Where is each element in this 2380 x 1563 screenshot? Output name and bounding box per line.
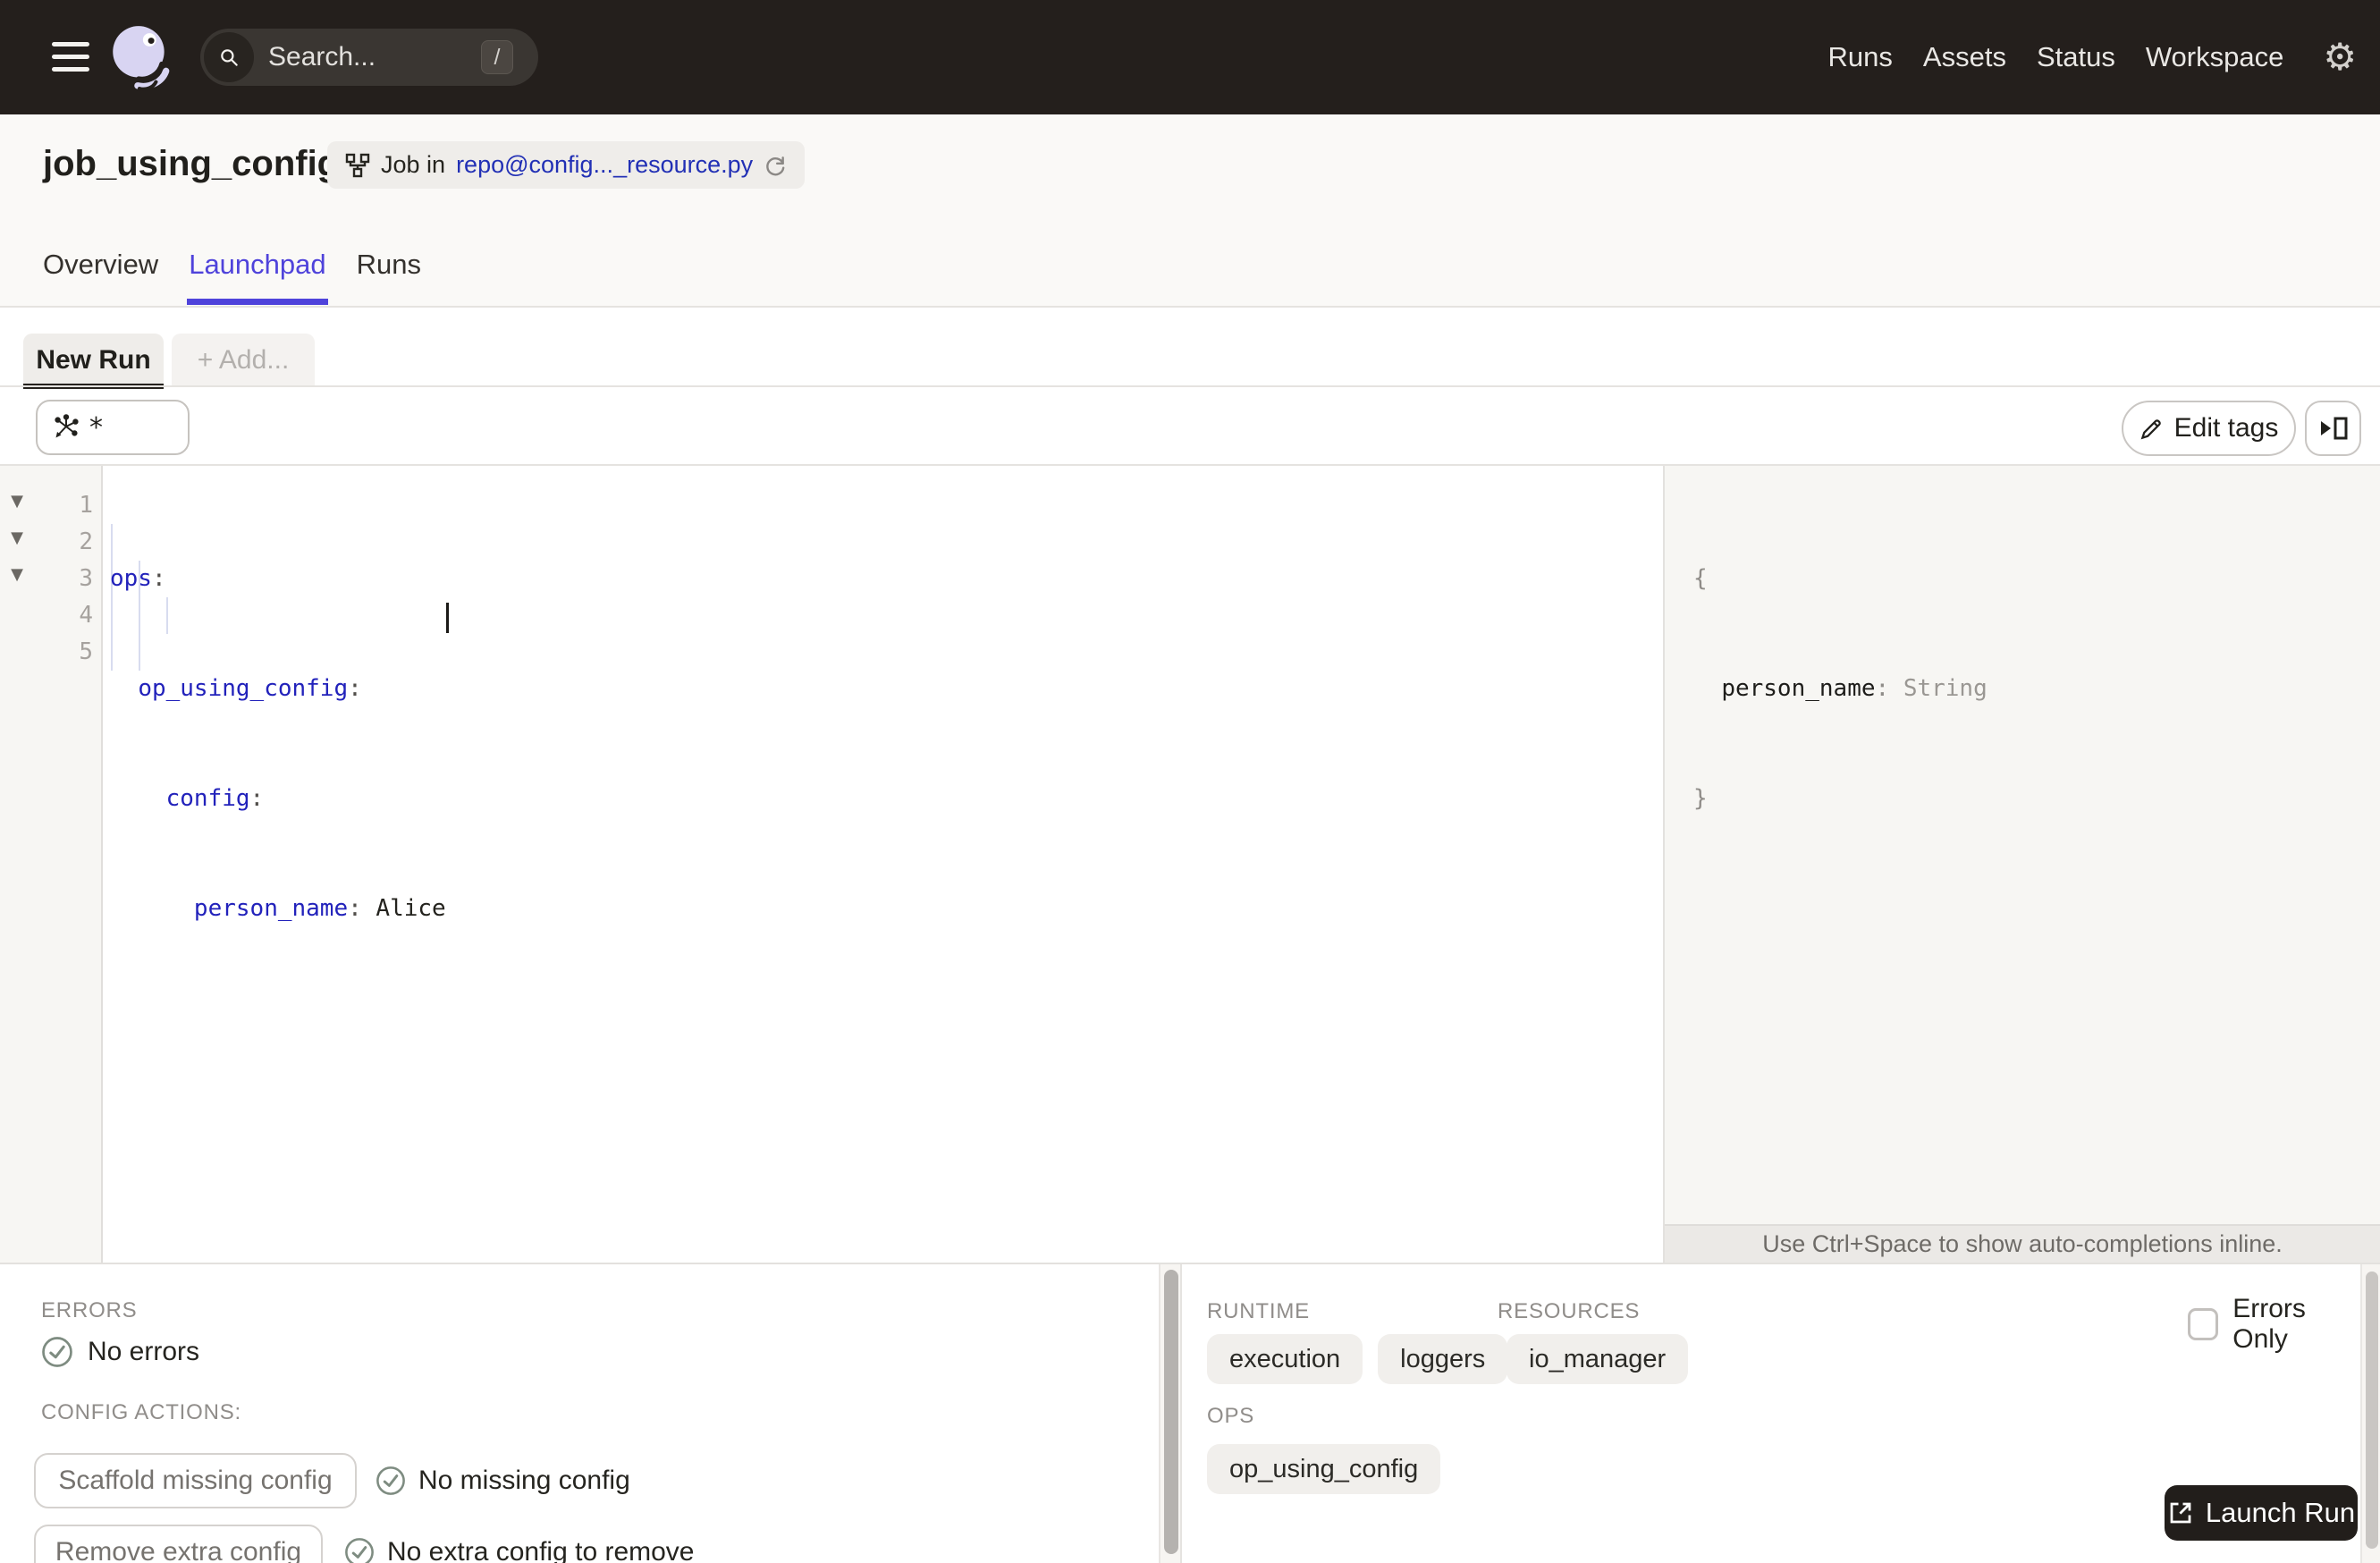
config-tab-new-run[interactable]: New Run	[23, 334, 164, 389]
active-tab-underline	[187, 299, 328, 305]
check-circle-icon	[345, 1538, 374, 1563]
resource-tags: io_manager	[1506, 1334, 1689, 1384]
divider	[0, 385, 2380, 387]
remove-extra-config-button[interactable]: Remove extra config	[34, 1525, 323, 1563]
add-config-tab-button[interactable]: + Add...	[172, 334, 315, 387]
no-errors-status: No errors	[41, 1336, 199, 1368]
expand-panel-icon	[2320, 417, 2347, 440]
search-shortcut-key: /	[481, 40, 513, 74]
text-cursor	[446, 603, 449, 633]
pencil-icon	[2140, 418, 2161, 439]
tag-loggers[interactable]: loggers	[1378, 1334, 1508, 1384]
yaml-code: ops: op_using_config: config: person_nam…	[110, 487, 446, 1111]
search-placeholder: Search...	[268, 42, 376, 72]
launch-run-button[interactable]: Launch Run	[2165, 1485, 2358, 1541]
nav-link-runs[interactable]: Runs	[1828, 41, 1893, 73]
repo-link[interactable]: repo@config..._resource.py	[456, 151, 753, 179]
reload-icon[interactable]	[764, 154, 787, 177]
hamburger-menu-icon[interactable]	[52, 42, 89, 72]
op-selector-input[interactable]: *	[36, 400, 190, 455]
errors-only-checkbox[interactable]	[2188, 1308, 2219, 1340]
code-line: ops:	[110, 565, 166, 592]
gear-icon[interactable]: ⚙	[2323, 38, 2357, 76]
no-extra-config-status: No extra config to remove	[344, 1537, 695, 1563]
top-nav-links: Runs Assets Status Workspace ⚙	[1828, 0, 2357, 114]
nav-link-assets[interactable]: Assets	[1923, 41, 2006, 73]
check-circle-icon	[376, 1466, 405, 1495]
config-schema-panel: { person_name: String }	[1665, 466, 2380, 1224]
nav-link-status[interactable]: Status	[2037, 41, 2115, 73]
code-line: config:	[165, 785, 265, 812]
edit-tags-button[interactable]: Edit tags	[2122, 401, 2296, 456]
scrollbar[interactable]	[1159, 1264, 1182, 1563]
runtime-tags: execution loggers	[1207, 1334, 1508, 1384]
search-input[interactable]: Search... /	[200, 29, 538, 86]
nav-link-workspace[interactable]: Workspace	[2146, 41, 2284, 73]
scaffold-missing-config-button[interactable]: Scaffold missing config	[34, 1453, 357, 1508]
tag-io-manager[interactable]: io_manager	[1506, 1334, 1689, 1384]
runtime-label: RUNTIME	[1207, 1299, 1310, 1323]
dagster-logo-icon[interactable]	[104, 21, 177, 94]
scrollbar-thumb[interactable]	[1164, 1270, 1178, 1554]
config-editor[interactable]: ▼ ▼ ▼ 1 2 3 4 5 ops: op_using_config: co…	[0, 466, 1663, 1263]
config-actions-label: CONFIG ACTIONS:	[41, 1400, 242, 1424]
no-missing-config-status: No missing config	[376, 1466, 630, 1496]
code-line: person_name: Alice	[193, 895, 446, 922]
tag-op-using-config[interactable]: op_using_config	[1207, 1444, 1441, 1494]
top-nav-bar: Search... / Runs Assets Status Workspace…	[0, 0, 2380, 114]
errors-panel: ERRORS No errors CONFIG ACTIONS: Scaffol…	[0, 1264, 1159, 1563]
resources-label: RESOURCES	[1498, 1299, 1641, 1323]
scrollbar-thumb[interactable]	[2366, 1272, 2378, 1549]
errors-label: ERRORS	[41, 1298, 138, 1322]
line-numbers: 1 2 3 4 5	[79, 492, 93, 665]
op-tags: op_using_config	[1207, 1444, 1441, 1494]
launch-icon	[2170, 1502, 2191, 1524]
errors-only-control: Errors Only	[2188, 1294, 2360, 1355]
autocomplete-hint: Use Ctrl+Space to show auto-completions …	[1665, 1224, 2380, 1263]
code-line: op_using_config:	[138, 675, 362, 702]
tab-runs[interactable]: Runs	[357, 249, 421, 303]
search-icon	[204, 32, 254, 82]
page-title: job_using_config	[43, 144, 340, 183]
check-circle-icon	[42, 1337, 72, 1367]
page-header: job_using_config Job in repo@config..._r…	[0, 114, 2380, 308]
page-tabs: Overview Launchpad Runs	[43, 249, 421, 305]
job-badge-prefix: Job in	[381, 151, 446, 178]
op-selector-icon	[55, 414, 79, 438]
tab-overview[interactable]: Overview	[43, 249, 158, 303]
tag-execution[interactable]: execution	[1207, 1334, 1363, 1384]
op-selector-value: *	[89, 411, 103, 444]
scrollbar[interactable]	[2360, 1264, 2380, 1563]
ops-label: OPS	[1207, 1404, 1255, 1428]
job-location-badge: Job in repo@config..._resource.py	[327, 141, 806, 189]
open-panel-button[interactable]	[2305, 401, 2361, 456]
schema-code: { person_name: String }	[1693, 565, 1988, 812]
tab-launchpad[interactable]: Launchpad	[187, 249, 328, 305]
errors-only-label: Errors Only	[2232, 1294, 2306, 1354]
job-graph-icon	[345, 153, 370, 177]
